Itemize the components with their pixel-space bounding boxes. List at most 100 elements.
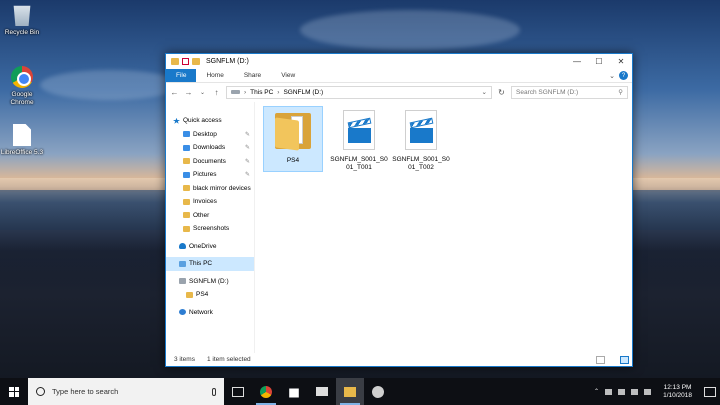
nav-item-pictures[interactable]: Pictures ✎: [166, 168, 254, 182]
pin-icon[interactable]: ✎: [245, 144, 250, 151]
desktop-icon-label: Recycle Bin: [4, 29, 40, 36]
desktop-icon-chrome[interactable]: Google Chrome: [0, 66, 44, 107]
up-button[interactable]: ↑: [212, 88, 221, 97]
desktop-icon-recycle-bin[interactable]: Recycle Bin: [0, 4, 44, 37]
title-bar[interactable]: SGNFLM (D:) — ☐ ✕: [166, 54, 632, 69]
pin-icon[interactable]: ✎: [245, 131, 250, 138]
nav-label: Network: [189, 308, 213, 316]
file-item-video-t001[interactable]: SGNFLM_S001_S001_T001: [329, 106, 389, 172]
documents-folder-icon: [183, 158, 190, 165]
desktop-icon-label: Google Chrome: [10, 91, 34, 106]
nav-drive[interactable]: SGNFLM (D:): [166, 275, 254, 289]
pin-icon[interactable]: ✎: [245, 171, 250, 178]
folder-icon: [183, 225, 190, 232]
folder-icon: [275, 111, 311, 151]
navigation-bar: ← → ⌄ ↑ › This PC › SGNFLM (D:) ⌄ ↻ Sear…: [166, 83, 632, 101]
nav-item-other[interactable]: Other: [166, 209, 254, 223]
store-icon: [289, 388, 299, 398]
nav-item-black-mirror-devices[interactable]: black mirror devices: [166, 182, 254, 196]
nav-label: Pictures: [193, 171, 217, 179]
address-bar[interactable]: › This PC › SGNFLM (D:) ⌄: [226, 85, 492, 99]
taskbar-chrome[interactable]: [252, 378, 280, 405]
details-view-button[interactable]: [596, 355, 605, 364]
new-folder-icon[interactable]: [192, 58, 200, 65]
large-icons-view-button[interactable]: [620, 355, 629, 364]
recent-locations-button[interactable]: ⌄: [198, 89, 207, 96]
nav-this-pc[interactable]: This PC: [166, 257, 254, 271]
volume-icon[interactable]: [644, 388, 652, 395]
chrome-icon: [260, 385, 272, 398]
taskbar-search-box[interactable]: Type here to search: [28, 378, 224, 405]
nav-item-downloads[interactable]: Downloads ✎: [166, 141, 254, 155]
battery-icon[interactable]: [618, 388, 626, 395]
tab-view[interactable]: View: [271, 69, 305, 82]
wifi-icon[interactable]: [631, 388, 639, 395]
chevron-right-icon: ›: [244, 88, 247, 96]
address-dropdown-icon[interactable]: ⌄: [482, 88, 487, 96]
network-icon[interactable]: [605, 388, 613, 395]
nav-label: black mirror devices: [193, 184, 251, 192]
nav-item-desktop[interactable]: Desktop ✎: [166, 128, 254, 142]
nav-label: Other: [193, 211, 210, 219]
cloud: [300, 10, 520, 50]
clock[interactable]: 12:13 PM 1/10/2018: [657, 384, 698, 400]
nav-item-invoices[interactable]: Invoices: [166, 195, 254, 209]
minimize-button[interactable]: —: [566, 54, 588, 69]
task-view-icon: [232, 386, 244, 397]
onedrive-cloud-icon: [179, 243, 186, 250]
pictures-folder-icon: [183, 171, 190, 178]
task-view-button[interactable]: [224, 378, 252, 405]
action-center-icon[interactable]: [704, 386, 716, 397]
start-button[interactable]: [0, 378, 28, 405]
file-name: PS4: [286, 157, 300, 164]
nav-item-ps4[interactable]: PS4: [166, 288, 254, 302]
taskbar-file-explorer[interactable]: [336, 378, 364, 405]
nav-network[interactable]: Network: [166, 306, 254, 320]
file-explorer-icon: [344, 386, 356, 397]
nav-item-screenshots[interactable]: Screenshots: [166, 222, 254, 236]
refresh-button[interactable]: ↻: [497, 88, 506, 97]
tab-file[interactable]: File: [166, 69, 197, 82]
close-button[interactable]: ✕: [610, 54, 632, 69]
folder-icon: [183, 212, 190, 219]
back-button[interactable]: ←: [170, 88, 179, 97]
taskbar-mail[interactable]: [308, 378, 336, 405]
show-hidden-icons-icon[interactable]: ⌃: [594, 388, 599, 395]
help-icon[interactable]: ?: [619, 71, 628, 80]
file-item-ps4[interactable]: PS4: [263, 106, 323, 172]
search-input[interactable]: Search SGNFLM (D:) ⚲: [511, 85, 628, 99]
nav-quick-access[interactable]: Quick access: [166, 114, 254, 128]
breadcrumb-drive[interactable]: SGNFLM (D:): [283, 89, 323, 96]
forward-button[interactable]: →: [184, 88, 193, 97]
nav-item-documents[interactable]: Documents ✎: [166, 155, 254, 169]
file-explorer-window: SGNFLM (D:) — ☐ ✕ File Home Share View ⌄…: [165, 53, 633, 367]
file-item-video-t002[interactable]: SGNFLM_S001_S001_T002: [391, 106, 451, 172]
breadcrumb-this-pc[interactable]: This PC: [250, 89, 273, 96]
explorer-body: Quick access Desktop ✎ Downloads ✎ Docum…: [166, 102, 632, 353]
nav-label: SGNFLM (D:): [189, 277, 229, 285]
taskbar-app[interactable]: [364, 378, 392, 405]
tab-home[interactable]: Home: [196, 69, 233, 82]
maximize-button[interactable]: ☐: [588, 54, 610, 69]
network-icon: [179, 309, 186, 316]
video-file-icon: [343, 110, 375, 150]
nav-onedrive[interactable]: OneDrive: [166, 240, 254, 254]
clock-date: 1/10/2018: [663, 391, 692, 399]
clock-time: 12:13 PM: [663, 383, 692, 391]
desktop-icon-label: LibreOffice 5.3: [0, 149, 44, 156]
drive-icon: [179, 278, 186, 285]
tab-share[interactable]: Share: [234, 69, 271, 82]
ribbon-expand-icon[interactable]: ⌄: [609, 72, 615, 80]
microphone-icon[interactable]: [212, 387, 216, 396]
taskbar-store[interactable]: [280, 378, 308, 405]
file-list: PS4 SGNFLM_S001_S001_T001 SGNFLM_S001_S0…: [255, 102, 632, 353]
pin-icon[interactable]: ✎: [245, 158, 250, 165]
folder-icon: [183, 185, 190, 192]
nav-label: Downloads: [193, 144, 226, 152]
folder-icon: [183, 198, 190, 205]
desktop-icon-libreoffice[interactable]: LibreOffice 5.3: [0, 124, 44, 157]
mail-icon: [316, 387, 328, 396]
properties-icon[interactable]: [182, 58, 189, 65]
recycle-bin-icon: [13, 5, 31, 26]
navigation-pane: Quick access Desktop ✎ Downloads ✎ Docum…: [166, 102, 255, 353]
